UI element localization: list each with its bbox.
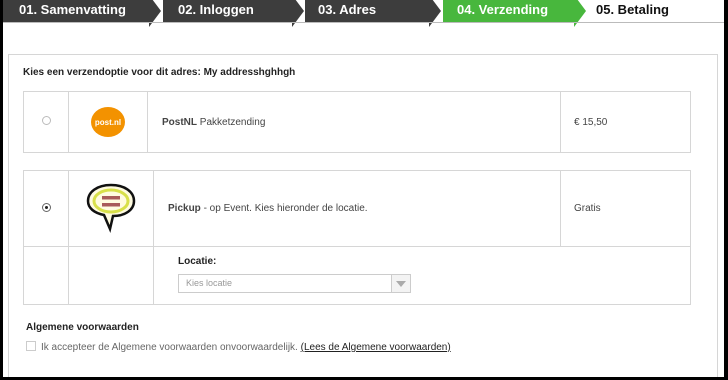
steps-divider	[3, 22, 724, 23]
step-inloggen[interactable]: 02. Inloggen	[163, 0, 292, 22]
step-betaling[interactable]: 05. Betaling	[587, 0, 724, 22]
postnl-logo-icon: post.nl	[91, 107, 125, 137]
carrier-description-cell: PostNL Pakketzending	[147, 91, 561, 153]
shipping-heading: Kies een verzendoptie voor dit adres: My…	[23, 67, 296, 78]
chevron-down-icon[interactable]	[391, 275, 410, 292]
step-adres[interactable]: 03. Adres	[305, 0, 429, 22]
carrier-logo-cell	[68, 170, 154, 247]
location-label: Locatie:	[178, 256, 217, 267]
step-label: 02. Inloggen	[178, 2, 254, 17]
carrier-description-cell: Pickup - op Event. Kies hieronder de loc…	[153, 170, 561, 247]
radio-pickup[interactable]	[41, 202, 51, 212]
empty-cell	[68, 246, 154, 305]
radio-cell[interactable]	[23, 170, 69, 247]
radio-postnl[interactable]	[41, 116, 51, 125]
carrier-description: Pakketzending	[199, 116, 266, 128]
step-label: 05. Betaling	[596, 2, 669, 17]
speech-bubble-logo-icon	[86, 183, 136, 234]
terms-link[interactable]: (Lees de Algemene voorwaarden)	[301, 342, 451, 353]
step-label: 03. Adres	[318, 2, 377, 17]
price-cell: Gratis	[560, 170, 691, 247]
shipping-option-postnl[interactable]: post.nl PostNL Pakketzending € 15,50	[23, 91, 691, 153]
step-samenvatting[interactable]: 01. Samenvatting	[3, 0, 149, 22]
location-select[interactable]: Kies locatie	[178, 274, 411, 293]
radio-cell[interactable]	[23, 91, 69, 153]
postnl-logo-text: post.nl	[94, 117, 122, 127]
step-label: 04. Verzending	[457, 2, 549, 17]
step-verzending[interactable]: 04. Verzending	[443, 0, 574, 22]
checkout-frame: 01. Samenvatting 02. Inloggen 03. Adres …	[3, 0, 724, 377]
terms-row: Ik accepteer de Algemene voorwaarden onv…	[26, 341, 451, 353]
shipping-price: Gratis	[574, 203, 601, 214]
checkout-steps: 01. Samenvatting 02. Inloggen 03. Adres …	[3, 0, 724, 27]
shipping-price: € 15,50	[574, 116, 608, 128]
price-cell: € 15,50	[560, 91, 691, 153]
terms-checkbox-label[interactable]: Ik accepteer de Algemene voorwaarden onv…	[41, 342, 298, 353]
terms-title: Algemene voorwaarden	[26, 322, 139, 333]
location-select-value: Kies locatie	[186, 278, 233, 288]
terms-checkbox[interactable]	[26, 341, 36, 351]
carrier-name: PostNL	[162, 116, 197, 128]
carrier-description: - op Event. Kies hieronder de locatie.	[203, 203, 368, 214]
carrier-logo-cell: post.nl	[68, 91, 148, 153]
empty-cell	[23, 246, 69, 305]
step-label: 01. Samenvatting	[19, 2, 126, 17]
carrier-name: Pickup	[168, 203, 201, 214]
